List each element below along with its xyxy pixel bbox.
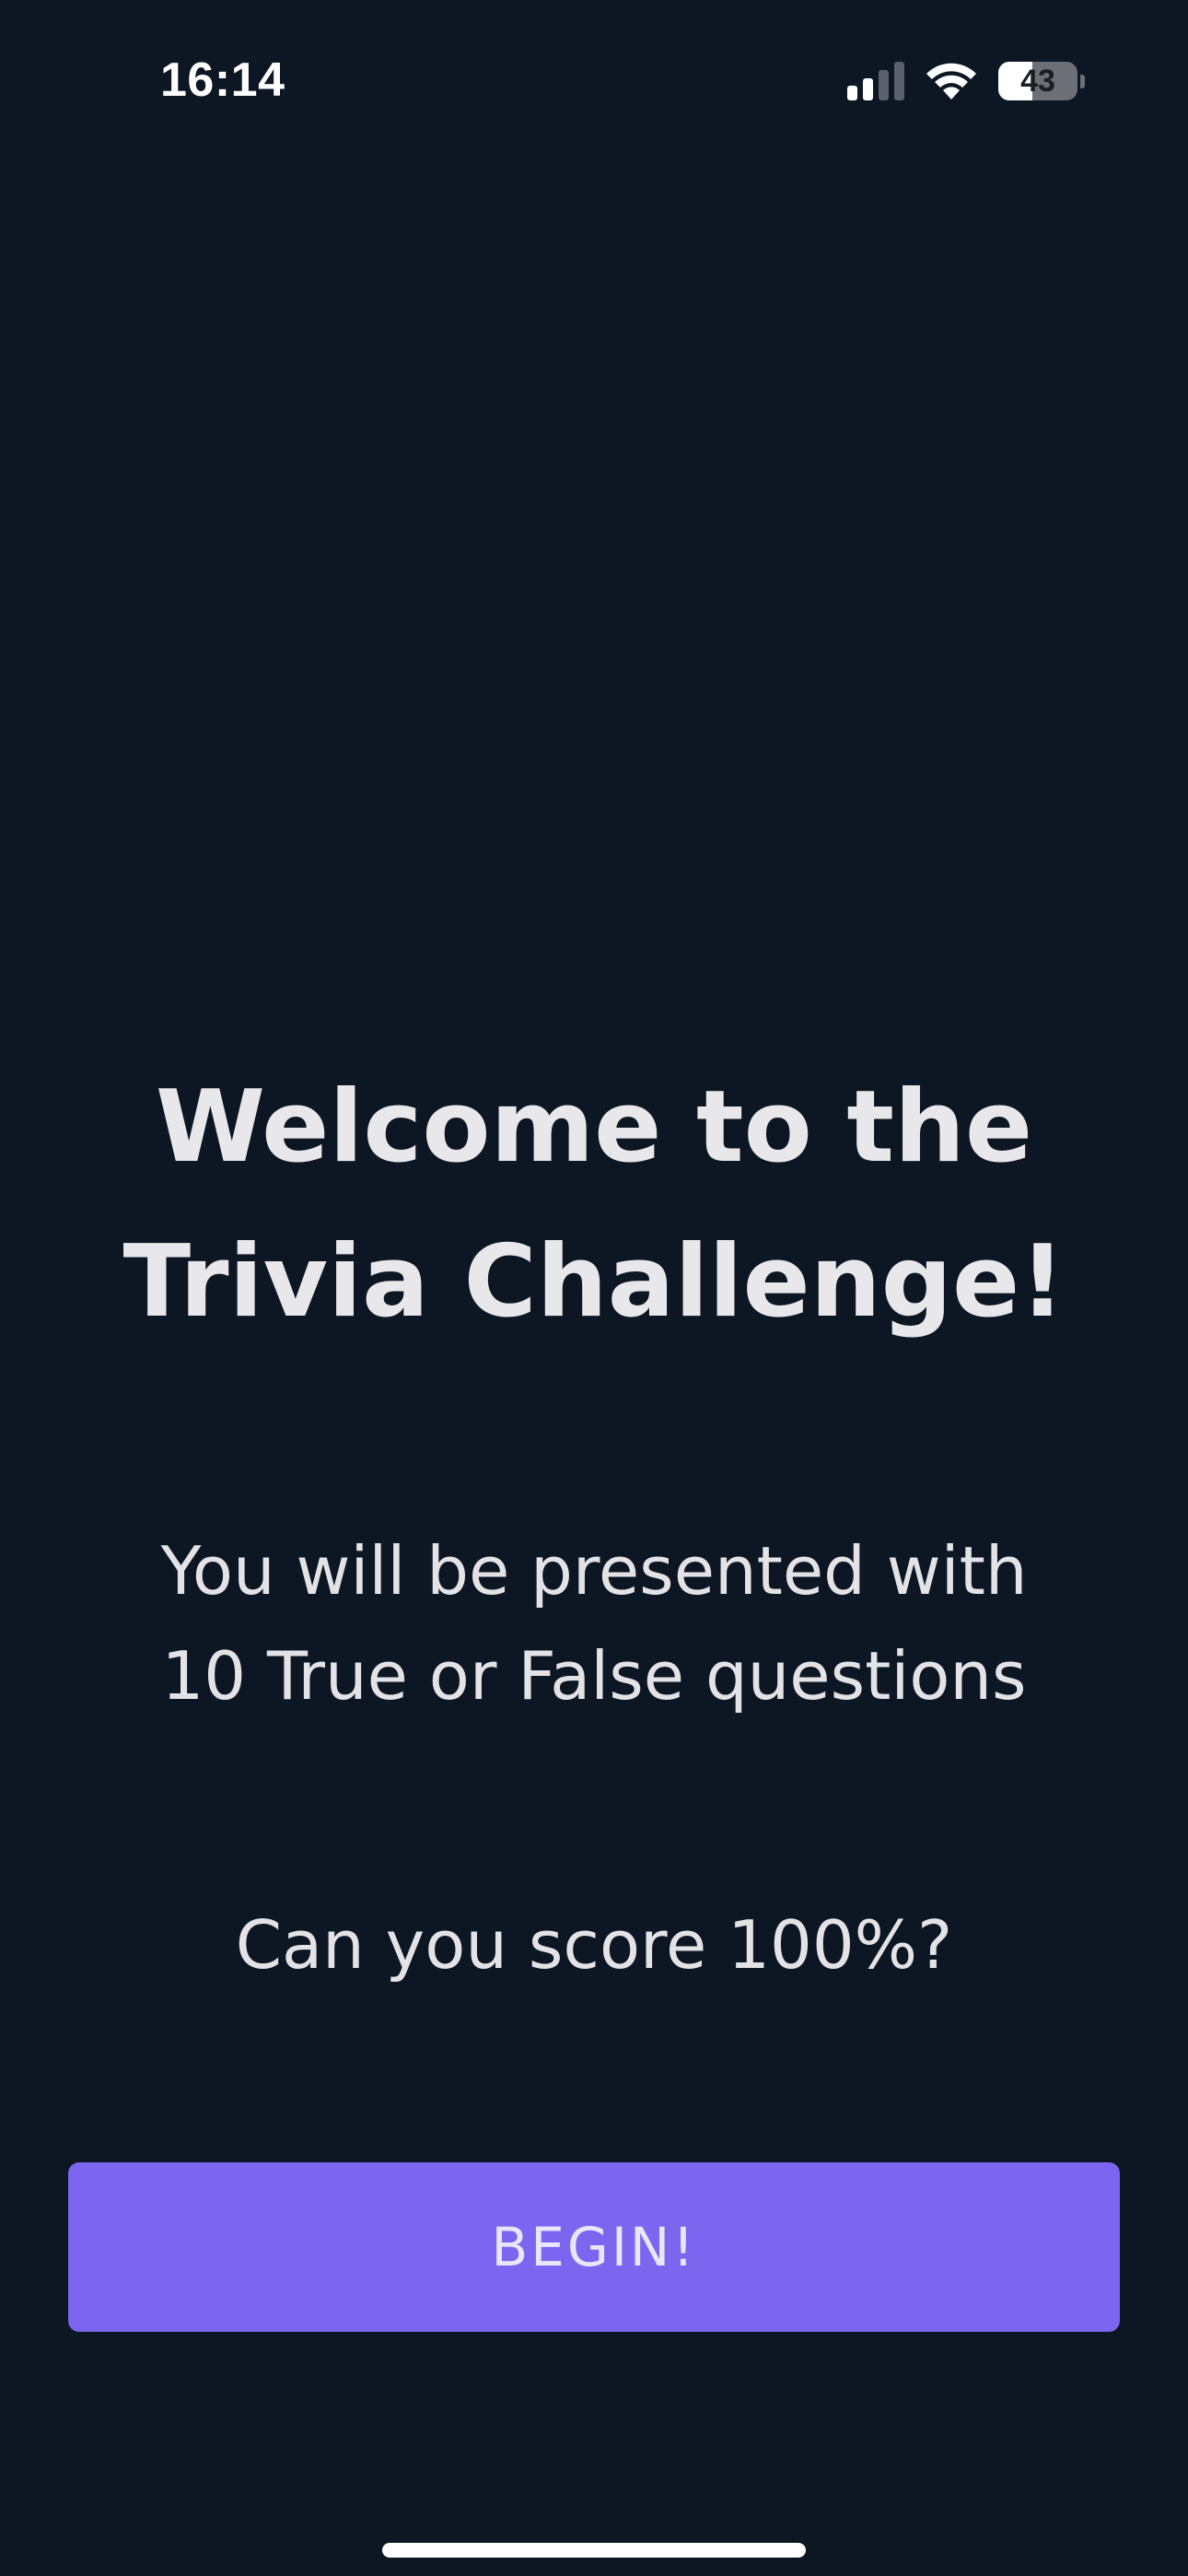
welcome-title-line: Welcome to the bbox=[155, 1070, 1033, 1185]
welcome-title-line: Trivia Challenge! bbox=[122, 1224, 1066, 1340]
intro-text-line: You will be presented with bbox=[160, 1532, 1028, 1610]
home-indicator[interactable] bbox=[382, 2543, 806, 2558]
cellular-signal-icon bbox=[847, 62, 904, 100]
signal-bar bbox=[879, 70, 889, 100]
signal-bar bbox=[894, 62, 904, 100]
intro-text: You will be presented with 10 True or Fa… bbox=[0, 1518, 1188, 1728]
challenge-text: Can you score 100%? bbox=[235, 1906, 953, 1984]
signal-bar bbox=[863, 78, 873, 100]
battery-level: 43 bbox=[1020, 63, 1055, 99]
status-indicators: 43 bbox=[847, 59, 1085, 103]
welcome-title: Welcome to the Trivia Challenge! bbox=[0, 1050, 1188, 1360]
begin-button[interactable]: BEGIN! bbox=[68, 2162, 1120, 2332]
status-time: 16:14 bbox=[160, 53, 285, 107]
battery-body: 43 bbox=[998, 62, 1077, 100]
status-bar: 16:14 43 bbox=[0, 0, 1188, 157]
wifi-icon bbox=[925, 61, 978, 101]
battery-icon: 43 bbox=[998, 62, 1085, 100]
battery-nub bbox=[1080, 74, 1085, 88]
signal-bar bbox=[847, 86, 857, 100]
intro-text-line: 10 True or False questions bbox=[161, 1637, 1027, 1715]
